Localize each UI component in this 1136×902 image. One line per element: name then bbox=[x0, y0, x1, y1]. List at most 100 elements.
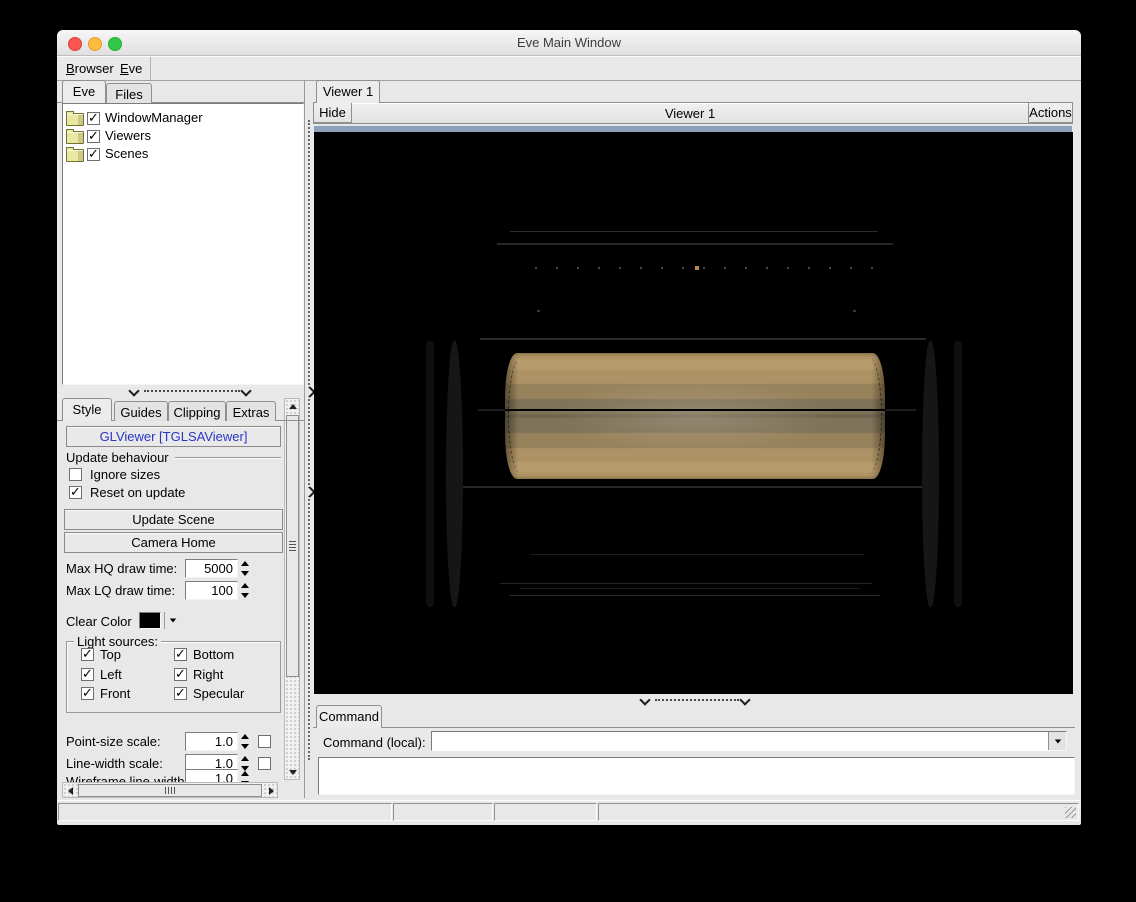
wireframe-label: Wireframe line-width bbox=[66, 774, 185, 782]
up-arrow-icon[interactable] bbox=[240, 559, 249, 568]
hide-button[interactable]: Hide bbox=[313, 103, 352, 123]
style-panel: GLViewer [TGLSAViewer] Update behaviour … bbox=[62, 421, 284, 782]
tree-row-windowmanager[interactable]: WindowManager bbox=[63, 109, 303, 127]
tree-checkbox-windowmanager[interactable] bbox=[87, 110, 100, 126]
up-arrow-icon[interactable] bbox=[240, 754, 249, 763]
cylinder-split-line bbox=[505, 409, 885, 411]
tree-checkbox-viewers[interactable] bbox=[87, 128, 100, 144]
resize-grip-icon[interactable] bbox=[1065, 807, 1076, 818]
wireframe-line bbox=[500, 583, 872, 584]
ignore-sizes-label: Ignore sizes bbox=[90, 467, 161, 482]
tab-clipping[interactable]: Clipping bbox=[168, 401, 226, 421]
ignore-sizes-checkbox[interactable] bbox=[69, 468, 82, 481]
wireframe-entry[interactable]: 1.0 bbox=[185, 769, 238, 782]
wireframe-line bbox=[510, 231, 878, 232]
down-arrow-icon[interactable] bbox=[240, 569, 249, 578]
actions-button[interactable]: Actions bbox=[1028, 103, 1073, 123]
light-top-checkbox[interactable] bbox=[81, 646, 94, 662]
max-lq-spinner[interactable] bbox=[238, 581, 251, 600]
viewer-bottom-splitter[interactable] bbox=[313, 694, 1073, 706]
tab-eve[interactable]: Eve bbox=[62, 80, 106, 103]
folder-icon bbox=[66, 147, 84, 162]
center-marker bbox=[695, 266, 699, 270]
clear-color-dropdown[interactable] bbox=[164, 612, 181, 629]
line-width-override-checkbox[interactable] bbox=[258, 757, 271, 770]
cylinder-end-arc bbox=[855, 356, 882, 475]
wireframe-line bbox=[497, 243, 893, 245]
command-tabline bbox=[313, 727, 1075, 728]
vertical-scroll-thumb[interactable] bbox=[286, 415, 299, 677]
folder-icon bbox=[66, 111, 84, 126]
title-bar: Eve Main Window bbox=[57, 30, 1081, 56]
scroll-right-icon[interactable] bbox=[267, 786, 276, 795]
camera-home-button[interactable]: Camera Home bbox=[64, 532, 283, 553]
menu-browser[interactable]: Browser bbox=[66, 61, 114, 76]
command-dropdown-button[interactable] bbox=[1048, 732, 1066, 750]
scroll-down-icon[interactable] bbox=[288, 768, 297, 777]
tree-row-viewers[interactable]: Viewers bbox=[63, 127, 303, 145]
editor-vertical-scrollbar[interactable] bbox=[284, 398, 300, 780]
command-output bbox=[318, 757, 1075, 795]
light-right-checkbox[interactable] bbox=[174, 666, 187, 682]
wireframe-spinner[interactable] bbox=[238, 769, 251, 782]
point-size-override-checkbox[interactable] bbox=[258, 735, 271, 748]
splitter-down-icon bbox=[639, 694, 651, 706]
scroll-up-icon[interactable] bbox=[288, 402, 297, 411]
tree-row-scenes[interactable]: Scenes bbox=[63, 145, 303, 163]
viewer-tabline bbox=[313, 102, 1073, 103]
light-front-checkbox[interactable] bbox=[81, 685, 94, 701]
clear-color-swatch[interactable] bbox=[139, 612, 161, 629]
vertical-splitter[interactable] bbox=[304, 80, 316, 798]
tab-viewer-1[interactable]: Viewer 1 bbox=[316, 80, 380, 103]
splitter-dots bbox=[144, 390, 240, 392]
endcap-outline bbox=[954, 341, 962, 607]
wireframe-line bbox=[460, 486, 928, 488]
wireframe-line bbox=[480, 338, 926, 340]
down-arrow-icon[interactable] bbox=[240, 742, 249, 751]
left-horizontal-splitter[interactable] bbox=[62, 385, 304, 397]
wireframe-line bbox=[530, 554, 864, 555]
command-input[interactable] bbox=[433, 733, 1051, 751]
scroll-left-icon[interactable] bbox=[66, 786, 75, 795]
update-scene-button[interactable]: Update Scene bbox=[64, 509, 283, 530]
thumb-grip bbox=[165, 787, 175, 794]
tab-extras[interactable]: Extras bbox=[226, 401, 276, 421]
down-arrow-icon[interactable] bbox=[240, 591, 249, 600]
up-arrow-icon[interactable] bbox=[240, 732, 249, 741]
max-lq-label: Max LQ draw time: bbox=[66, 583, 176, 598]
line-width-label: Line-width scale: bbox=[66, 756, 163, 771]
tab-guides[interactable]: Guides bbox=[114, 401, 168, 421]
scene-tree: WindowManager Viewers Scenes bbox=[62, 103, 304, 385]
command-combobox[interactable] bbox=[431, 731, 1067, 751]
reset-on-update-label: Reset on update bbox=[90, 485, 186, 500]
eve-main-window: Eve Main Window Browser Eve Eve Files Wi… bbox=[57, 30, 1081, 825]
tab-files[interactable]: Files bbox=[106, 83, 152, 103]
endcap-disk bbox=[922, 341, 939, 607]
point-size-spinner[interactable] bbox=[238, 732, 251, 751]
tree-label: Scenes bbox=[105, 146, 149, 161]
light-specular-checkbox[interactable] bbox=[174, 685, 187, 701]
tab-command[interactable]: Command bbox=[316, 705, 382, 728]
max-hq-spinner[interactable] bbox=[238, 559, 251, 578]
tree-checkbox-scenes[interactable] bbox=[87, 146, 100, 162]
horizontal-scroll-thumb[interactable] bbox=[78, 784, 262, 797]
splitter-dots bbox=[308, 120, 310, 760]
light-left-checkbox[interactable] bbox=[81, 666, 94, 682]
thumb-grip bbox=[289, 541, 296, 551]
menu-eve[interactable]: Eve bbox=[120, 61, 142, 76]
glviewer-button[interactable]: GLViewer [TGLSAViewer] bbox=[66, 426, 281, 447]
editor-horizontal-scrollbar[interactable] bbox=[62, 782, 278, 798]
up-arrow-icon[interactable] bbox=[240, 581, 249, 590]
point-size-entry[interactable]: 1.0 bbox=[185, 732, 238, 751]
dropdown-arrow-icon bbox=[1054, 739, 1061, 743]
dropdown-arrow-icon bbox=[169, 618, 177, 623]
gl-viewport[interactable] bbox=[314, 132, 1073, 694]
max-lq-entry[interactable]: 100 bbox=[185, 581, 238, 600]
update-behaviour-label: Update behaviour bbox=[66, 450, 169, 465]
max-hq-entry[interactable]: 5000 bbox=[185, 559, 238, 578]
tab-style[interactable]: Style bbox=[62, 398, 112, 421]
up-arrow-icon[interactable] bbox=[240, 769, 249, 778]
reset-on-update-checkbox[interactable] bbox=[69, 484, 82, 500]
viewer-title: Viewer 1 bbox=[352, 103, 1028, 123]
light-bottom-checkbox[interactable] bbox=[174, 646, 187, 662]
